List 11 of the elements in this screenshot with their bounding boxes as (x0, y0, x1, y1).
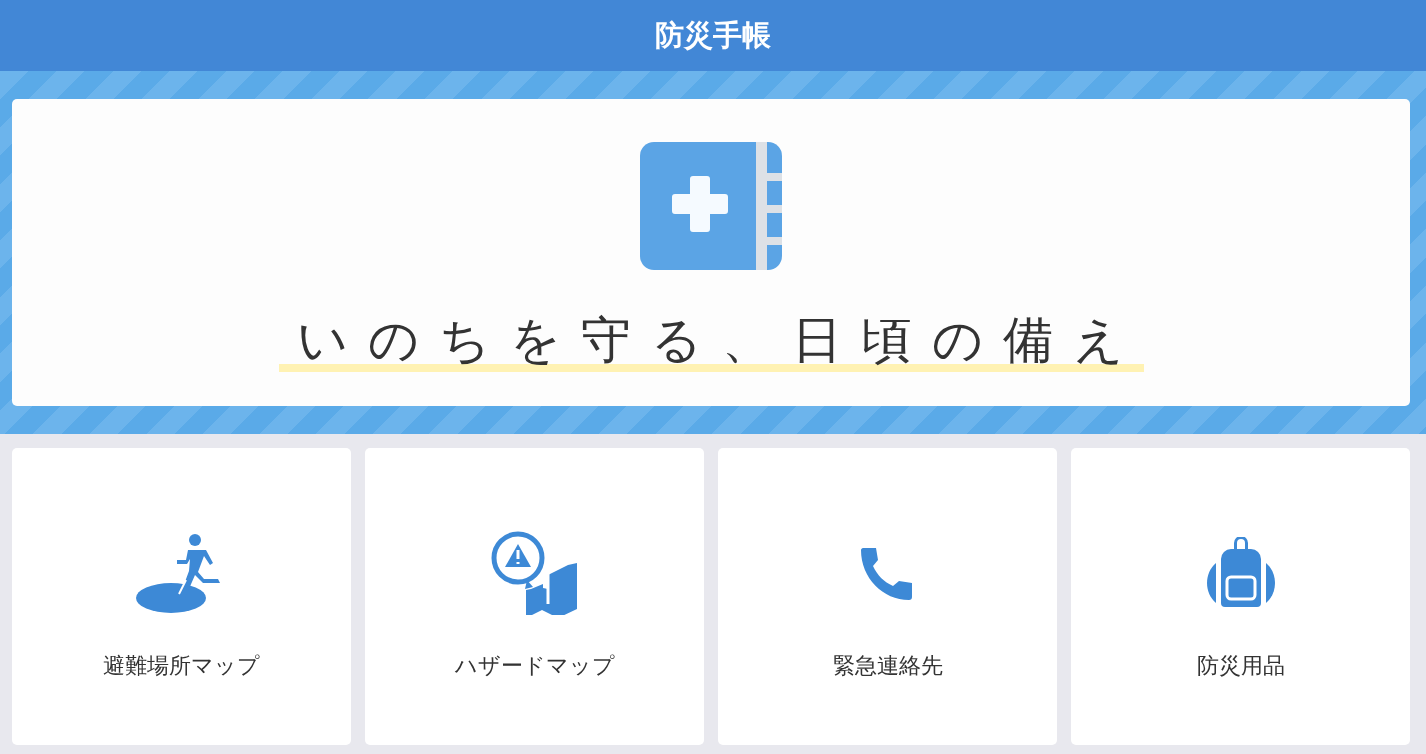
tile-label: ハザードマップ (454, 652, 615, 680)
first-aid-notebook-icon (640, 142, 782, 270)
tile-label: 防災用品 (1196, 652, 1285, 680)
menu-tile[interactable]: 緊急連絡先 (718, 448, 1057, 745)
menu-tile[interactable]: 防災用品 (1071, 448, 1410, 745)
menu-tile[interactable]: ハザードマップ (365, 448, 704, 745)
tile-label: 緊急連絡先 (832, 652, 943, 680)
app-title: 防災手帳 (655, 16, 771, 54)
hazard-map-icon (490, 531, 579, 615)
tile-label: 避難場所マップ (103, 652, 260, 680)
menu-tile[interactable]: 避難場所マップ (12, 448, 351, 745)
